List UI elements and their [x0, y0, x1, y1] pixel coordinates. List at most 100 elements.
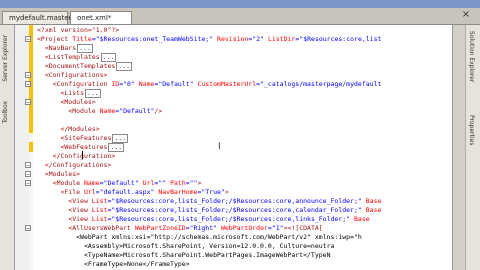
editor-gutter [15, 25, 29, 270]
server-explorer-tab[interactable]: Server Explorer [2, 35, 9, 82]
text-caret [82, 151, 83, 159]
code-token: ="" [154, 179, 171, 187]
collapsed-region[interactable]: ... [116, 62, 133, 71]
code-editor[interactable]: <?xml version="1.0"?> − <Project Title="$R… [15, 25, 452, 270]
code-token: /> [154, 107, 163, 115]
code-token: Name [83, 179, 100, 187]
code-line: <?xml version="1.0"?> [37, 26, 452, 35]
code-token: WebPartOrder [220, 224, 268, 232]
code-token: <View [37, 215, 92, 223]
code-line: <WebFeatures... [37, 143, 452, 152]
code-line: − <Configurations> [25, 71, 452, 80]
toolbox-tab[interactable]: Toolbox [2, 101, 9, 124]
collapsed-region[interactable]: ... [100, 53, 117, 62]
code-token: Base [365, 197, 382, 205]
fold-toggle-icon[interactable]: − [25, 162, 31, 169]
code-token: Name [99, 107, 116, 115]
code-token: </Configuration> [37, 152, 116, 160]
collapsed-region[interactable]: ... [77, 44, 93, 53]
code-token: ="" [185, 179, 198, 187]
code-token: ="default.aspx" [95, 188, 159, 196]
code-token: <SiteFeatures [37, 134, 112, 142]
code-line: − <Modules> [25, 98, 452, 107]
fold-toggle-icon[interactable]: − [25, 180, 31, 187]
code-token: ="$Resources:core,lists_Folder;/$Resourc… [107, 206, 366, 214]
code-token: <Assembly>Microsoft.SharePoint, Version=… [37, 242, 335, 250]
code-line: <NavBars... [37, 44, 452, 53]
code-line: − <AllUsersWebPart WebPartZoneID="Right"… [25, 224, 452, 233]
code-token: ="1" [267, 224, 284, 232]
code-token: ="Default" [154, 80, 198, 88]
fold-toggle-icon[interactable]: − [25, 36, 31, 43]
change-markers [29, 25, 33, 270]
code-line: − <Module Name="Default" Url="" Path=""> [25, 179, 452, 188]
code-token: <Modules> [37, 98, 96, 106]
change-marker [29, 142, 33, 152]
code-token: <?xml version="1.0"?> [37, 26, 120, 34]
code-line: − </Configurations> [25, 161, 452, 170]
fold-toggle-icon[interactable]: − [25, 225, 31, 232]
code-token: Base [354, 215, 370, 223]
code-token: ="Default" [115, 107, 155, 115]
code-token: <View [37, 206, 92, 214]
code-token: <Lists [37, 89, 84, 97]
code-token: <WebFeatures [37, 143, 108, 151]
document-tab-strip: mydefault.master onet.xml* × [0, 8, 480, 25]
code-token: <Module [37, 107, 100, 115]
code-line: <View List="$Resources:core,lists_Folder… [37, 197, 452, 206]
tab-label: onet.xml* [77, 14, 112, 22]
code-token: NavBarHome [158, 188, 198, 196]
close-document-icon[interactable]: × [460, 9, 472, 21]
fold-toggle-icon[interactable]: − [25, 81, 31, 88]
code-lines: <?xml version="1.0"?> − <Project Title="$R… [25, 26, 452, 269]
code-token: </Configurations> [37, 161, 112, 169]
code-token: </Modules> [37, 125, 100, 133]
code-token: <ListTemplates [37, 53, 100, 61]
fold-toggle-icon[interactable]: − [25, 72, 31, 79]
code-token: <WebPart xmlns:xsi="http://schemas.micro… [37, 233, 362, 241]
code-token: ="Right" [185, 224, 221, 232]
code-token: Url [142, 179, 155, 187]
code-line: − <Project Title="$Resources:onet_TeamWeb… [25, 35, 452, 44]
code-token: <AllUsersWebPart [37, 224, 135, 232]
code-token: ="_catalogs/masterpage/mydefault [256, 80, 382, 88]
code-token: <Project [37, 35, 73, 43]
code-line: <WebPart xmlns:xsi="http://schemas.micro… [37, 233, 452, 242]
code-token: Url [83, 188, 96, 196]
code-token: ><![CDATA[ [283, 224, 323, 232]
code-token: ="True" [197, 188, 225, 196]
ibeam-cursor-icon: I [218, 142, 221, 152]
collapsed-region[interactable]: ... [108, 143, 125, 152]
code-line: <ListTemplates... [37, 53, 452, 62]
code-token: > [224, 188, 229, 196]
code-line: <Assembly>Microsoft.SharePoint, Version=… [37, 242, 452, 251]
code-token: <DocumentTemplates [37, 62, 116, 70]
code-token: <Configuration [37, 80, 112, 88]
collapsed-region[interactable]: ... [84, 89, 101, 98]
code-token: WebPartZoneID [134, 224, 186, 232]
collapsed-region[interactable]: ... [112, 134, 129, 143]
code-line: <Lists... [37, 89, 452, 98]
code-token: <TypeName>Microsoft.SharePoint.WebPartPa… [37, 251, 331, 259]
code-line [37, 116, 452, 125]
fold-toggle-icon[interactable]: − [25, 171, 31, 178]
fold-toggle-icon[interactable]: − [25, 99, 31, 106]
solution-explorer-tab[interactable]: Solution Explorer [468, 31, 475, 82]
code-line: </Configuration> [37, 152, 452, 161]
code-token: Name [138, 80, 155, 88]
code-token: ID [111, 80, 120, 88]
code-token: <Module [37, 179, 84, 187]
code-line: <TypeName>Microsoft.SharePoint.WebPartPa… [37, 251, 452, 260]
properties-tab[interactable]: Properties [468, 115, 475, 145]
code-token: <File [37, 188, 84, 196]
tab-mydefault-master[interactable]: mydefault.master [2, 11, 72, 24]
tab-onet-xml[interactable]: onet.xml* [70, 11, 132, 24]
code-line: <View List="$Resources:core,lists_Folder… [37, 206, 452, 215]
code-line: <Module Name="Default"/> [37, 107, 452, 116]
code-line: − <Modules> [25, 170, 452, 179]
code-token: > [197, 179, 202, 187]
code-token: Path [170, 179, 186, 187]
tab-label: mydefault.master [9, 14, 72, 22]
code-token: List [91, 197, 108, 205]
code-token: ="$Resources:core,lists_Folder;/$Resourc… [107, 215, 354, 223]
